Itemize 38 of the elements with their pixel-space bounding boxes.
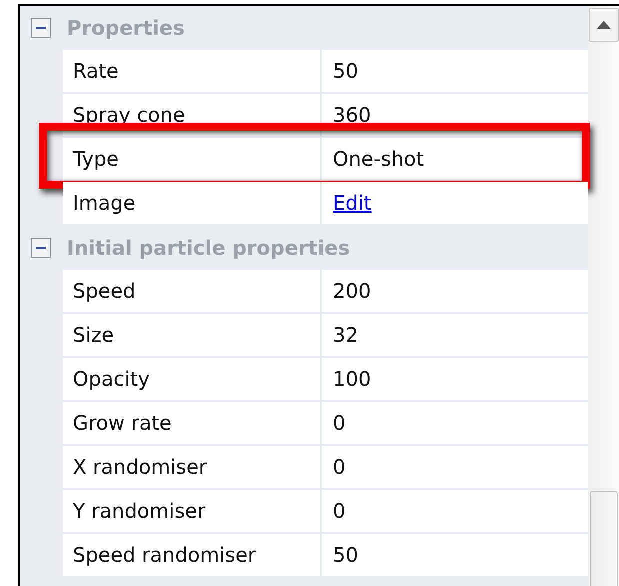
up-arrow-icon: [596, 20, 612, 30]
section-title: Initial particle properties: [67, 236, 350, 260]
property-value: 0: [333, 499, 346, 523]
property-name: Y randomiser: [73, 499, 206, 523]
property-name: Rate: [73, 59, 119, 83]
property-name: Size: [73, 323, 114, 347]
property-name: X randomiser: [73, 455, 208, 479]
property-row[interactable]: Image Edit: [63, 182, 588, 226]
property-row[interactable]: Opacity 100: [63, 358, 588, 402]
property-value: 0: [333, 411, 346, 435]
property-row[interactable]: X randomiser 0: [63, 446, 588, 490]
property-row[interactable]: Speed 200: [63, 270, 588, 314]
property-row[interactable]: Rate 50: [63, 50, 588, 94]
property-value: 50: [333, 59, 358, 83]
property-value: 50: [333, 543, 358, 567]
property-row[interactable]: Y randomiser 0: [63, 490, 588, 534]
scroll-up-button[interactable]: [588, 8, 618, 42]
property-name: Type: [73, 147, 119, 171]
edit-link[interactable]: Edit: [333, 191, 372, 215]
property-value: 200: [333, 279, 372, 303]
scrollbar[interactable]: [588, 6, 619, 586]
property-value: 360: [333, 103, 372, 127]
property-name: Speed: [73, 279, 136, 303]
property-name: Image: [73, 191, 136, 215]
property-row[interactable]: Speed randomiser 50: [63, 534, 588, 578]
property-value: 0: [333, 455, 346, 479]
property-value: One-shot: [333, 147, 424, 171]
collapse-toggle[interactable]: [31, 238, 51, 258]
section-title: Properties: [67, 16, 185, 40]
scrollbar-thumb[interactable]: [590, 491, 618, 586]
collapse-toggle[interactable]: [31, 18, 51, 38]
property-name: Opacity: [73, 367, 150, 391]
property-row[interactable]: Size 32: [63, 314, 588, 358]
property-name: Grow rate: [73, 411, 172, 435]
property-value: 32: [333, 323, 358, 347]
property-row[interactable]: Grow rate 0: [63, 402, 588, 446]
property-name: Speed randomiser: [73, 543, 256, 567]
property-value: 100: [333, 367, 372, 391]
